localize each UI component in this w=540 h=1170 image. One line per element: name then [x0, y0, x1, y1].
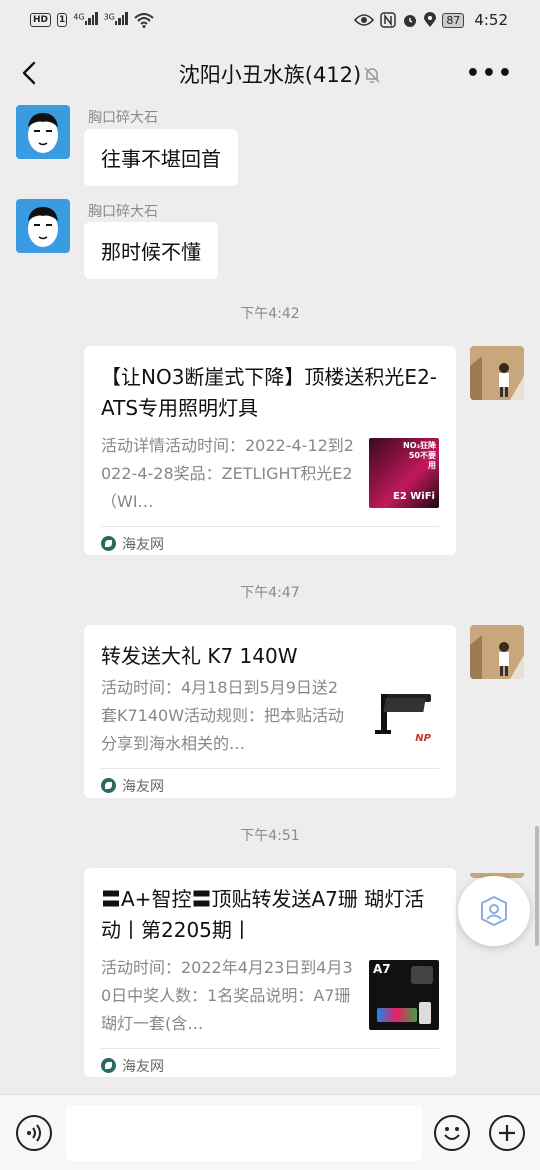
sender-name: 胸口碎大石 [88, 110, 158, 126]
sim-badge: 1 [57, 13, 68, 27]
card-body: 活动时间：4月18日到5月9日送2套K7140W活动规则：把本贴活动分享到海水相… [101, 674, 439, 758]
avatar[interactable] [16, 105, 70, 159]
chat-title: 沈阳小丑水族(412) [178, 63, 362, 87]
alarm-icon [404, 15, 417, 27]
scrollbar[interactable] [535, 826, 539, 946]
assistant-icon [481, 895, 507, 927]
input-bar [0, 1094, 540, 1170]
my-avatar[interactable] [470, 625, 524, 679]
floating-assistant-button[interactable] [458, 876, 530, 946]
plus-icon [499, 1125, 515, 1141]
card-body: 活动时间：2022年4月23日到4月30日中奖人数：1名奖品说明：A7珊瑚灯一套… [101, 954, 439, 1038]
more-options-button[interactable]: ••• [466, 61, 514, 86]
card-source: 海友网 [101, 1048, 439, 1082]
card-description: 活动详情活动时间：2022-4-12到2022-4-28奖品：ZETLIGHT积… [101, 436, 354, 511]
card-source: 海友网 [101, 768, 439, 802]
card-thumbnail: NP [369, 680, 439, 750]
battery-indicator: 87 [442, 12, 465, 28]
coral-image [377, 1008, 417, 1022]
eye-icon [354, 14, 375, 26]
link-card[interactable]: 转发送大礼 K7 140W 活动时间：4月18日到5月9日送2套K7140W活动… [84, 625, 456, 798]
status-bar: HD 1 4G 3G 87 4:52 [0, 0, 540, 40]
more-actions-button[interactable] [489, 1115, 525, 1151]
clock: 4:52 [474, 11, 508, 29]
signal-icon-2: 3G [104, 11, 128, 29]
signal-icon-1: 4G [73, 11, 98, 29]
card-description: 活动时间：2022年4月23日到4月30日中奖人数：1名奖品说明：A7珊瑚灯一套… [101, 958, 353, 1033]
source-name: 海友网 [122, 778, 164, 795]
link-card[interactable]: 【让NO3断崖式下降】顶楼送积光E2-ATS专用照明灯具 活动详情活动时间：20… [84, 346, 456, 555]
sender-name: 胸口碎大石 [88, 204, 158, 220]
status-right: 87 4:52 [354, 11, 508, 29]
thumbnail-caption: A7 [373, 962, 391, 976]
thumbnail-caption: NO₃狂降 50不要用 [403, 441, 436, 470]
location-icon [424, 12, 437, 27]
source-logo-icon [101, 778, 116, 793]
message-bubble[interactable]: 那时候不懂 [84, 222, 218, 279]
wifi-icon [134, 13, 154, 28]
card-title: 【让NO3断崖式下降】顶楼送积光E2-ATS专用照明灯具 [101, 365, 438, 420]
source-logo-icon [101, 1058, 116, 1073]
card-title: 〓A+智控〓顶贴转发送A7珊 瑚灯活动丨第2205期丨 [101, 887, 425, 942]
voice-input-button[interactable] [16, 1115, 52, 1151]
phone-image [419, 1002, 431, 1024]
thumbnail-caption: NP [415, 733, 431, 744]
hd-badge: HD [30, 13, 52, 27]
card-thumbnail: A7 [369, 960, 439, 1030]
emoji-icon [444, 1127, 460, 1140]
link-card[interactable]: 〓A+智控〓顶贴转发送A7珊 瑚灯活动丨第2205期丨 活动时间：2022年4月… [84, 868, 456, 1077]
avatar[interactable] [16, 199, 70, 253]
timestamp: 下午4:47 [240, 585, 300, 601]
mute-bell-icon [364, 67, 380, 83]
source-name: 海友网 [122, 1058, 164, 1075]
card-thumbnail: NO₃狂降 50不要用 E2 WiFi [369, 438, 439, 508]
card-body: 活动详情活动时间：2022-4-12到2022-4-28奖品：ZETLIGHT积… [101, 432, 439, 516]
source-logo-icon [101, 536, 116, 551]
timestamp: 下午4:51 [240, 828, 300, 844]
chat-header: 沈阳小丑水族(412) ••• [0, 45, 540, 101]
voice-icon [27, 1124, 41, 1142]
timestamp: 下午4:42 [240, 306, 300, 322]
card-source: 海友网 [101, 526, 439, 560]
message-input[interactable] [66, 1105, 422, 1161]
my-avatar[interactable] [470, 346, 524, 400]
card-description: 活动时间：4月18日到5月9日送2套K7140W活动规则：把本贴活动分享到海水相… [101, 678, 345, 753]
nfc-icon [380, 12, 397, 28]
lamp-image [411, 966, 433, 984]
source-name: 海友网 [122, 536, 164, 553]
message-bubble[interactable]: 往事不堪回首 [84, 129, 238, 186]
emoji-button[interactable] [434, 1115, 470, 1151]
card-title: 转发送大礼 K7 140W [101, 644, 298, 668]
thumbnail-logo: E2 WiFi [393, 491, 435, 502]
status-left: HD 1 4G 3G [30, 11, 154, 29]
